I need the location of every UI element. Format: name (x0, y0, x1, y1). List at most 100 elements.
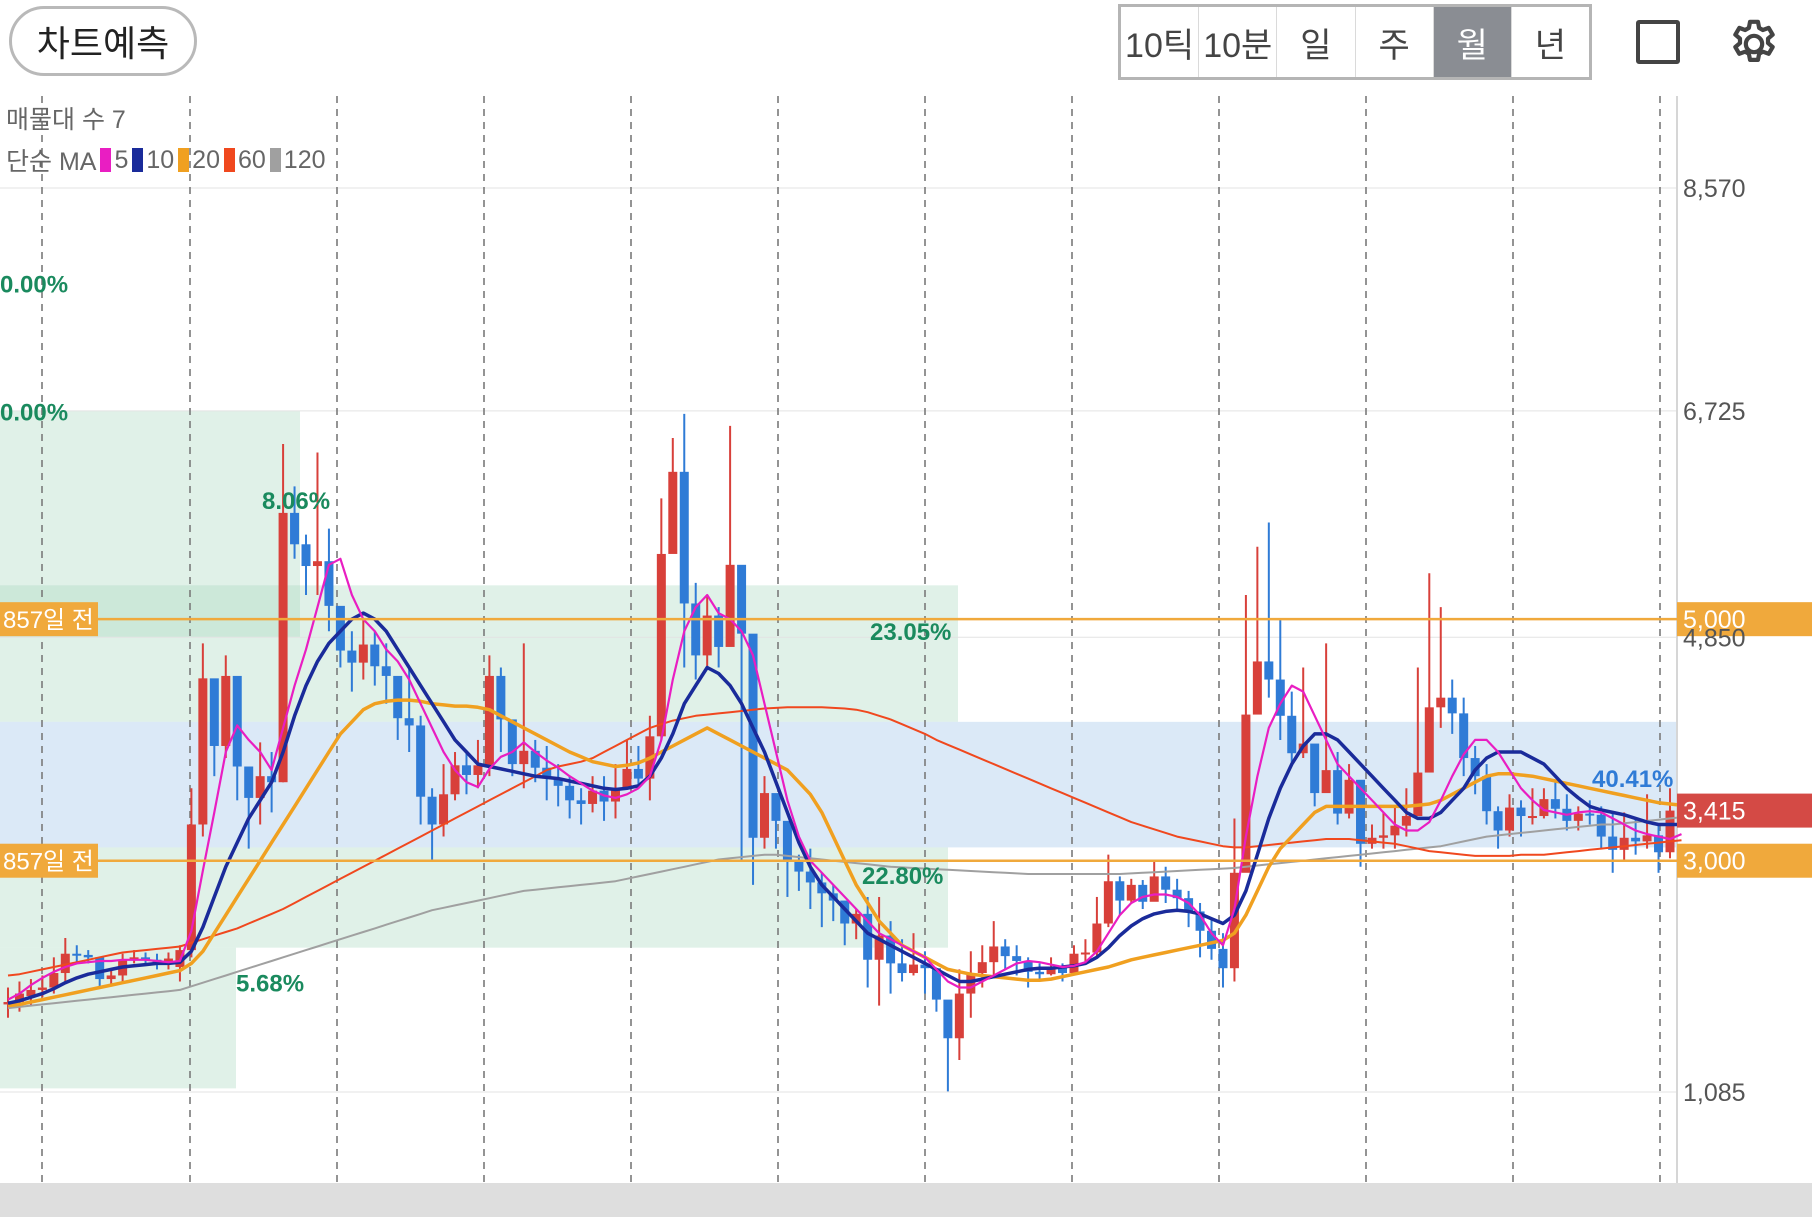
ma-period-10: 10 (146, 145, 175, 174)
candle-body-59 (679, 471, 689, 604)
candle-body-145 (1665, 810, 1675, 853)
legend-volume-profile: 매물대 수 7 (6, 100, 126, 136)
candle-body-45 (519, 750, 529, 765)
candle-body-40 (461, 765, 471, 775)
volume-zone-1 (0, 585, 958, 722)
candle-body-87 (1000, 946, 1010, 957)
price-tick-1: 6,725 (1683, 398, 1746, 426)
candle-body-19 (221, 675, 231, 746)
volume-zone-3 (0, 847, 948, 948)
candle-body-108 (1241, 714, 1251, 873)
ma-period-5: 5 (114, 145, 129, 174)
candle-body-32 (370, 644, 380, 667)
ref-line-label-1: 857일 전 (3, 849, 94, 876)
candle-body-69 (794, 860, 804, 872)
candle-body-33 (381, 666, 391, 676)
top-toolbar: 차트예측 10틱 10분 일 주 월 년 (0, 0, 1812, 96)
candle-body-96 (1103, 881, 1113, 924)
candlestick-chart[interactable]: 857일 전 5,000857일 전 3,0003,4158,5706,7254,8… (0, 96, 1812, 1217)
candle-body-138 (1585, 813, 1595, 816)
candle-body-90 (1035, 971, 1045, 975)
candle-body-9 (106, 975, 116, 980)
candle-body-141 (1619, 837, 1629, 850)
candle-body-37 (427, 796, 437, 825)
candle-body-38 (439, 794, 449, 825)
period-button-3[interactable]: 주 (1356, 7, 1434, 77)
period-button-4[interactable]: 월 (1433, 7, 1512, 77)
candle-body-101 (1161, 876, 1171, 890)
ma-label: 단순 MA (6, 148, 97, 176)
candle-body-57 (656, 553, 666, 737)
period-button-0[interactable]: 10틱 (1121, 7, 1200, 77)
gear-icon[interactable] (1726, 16, 1782, 72)
ma-swatch-60 (223, 148, 235, 172)
candle-body-31 (358, 644, 368, 663)
ma-swatch-5 (100, 148, 112, 172)
legend-ma: 단순 MA 5 10 20 60 120 (6, 142, 326, 178)
price-tick-0: 8,570 (1683, 175, 1746, 203)
candle-body-79 (909, 964, 919, 974)
candle-body-126 (1447, 697, 1457, 714)
price-tick-2: 4,850 (1683, 624, 1746, 652)
volume-profile-label: 매물대 수 7 (6, 106, 126, 134)
period-button-2[interactable]: 일 (1277, 7, 1356, 77)
candle-body-112 (1287, 715, 1297, 754)
period-selector: 10틱 10분 일 주 월 년 (1118, 4, 1592, 80)
candle-body-17 (198, 678, 208, 825)
square-icon[interactable] (1636, 20, 1680, 64)
candle-body-94 (1080, 952, 1090, 955)
candle-body-88 (1012, 956, 1022, 961)
ref-line-label-0: 857일 전 (3, 607, 94, 634)
ma-period-120: 120 (283, 145, 326, 174)
zone-pct-2: 8.06% (262, 488, 330, 515)
zone-pct-3: 23.05% (870, 619, 951, 646)
candle-body-3 (37, 987, 47, 990)
candle-body-25 (290, 512, 300, 545)
candle-body-115 (1321, 770, 1331, 794)
candle-body-35 (404, 718, 414, 726)
zone-pct-5: 22.80% (862, 863, 943, 890)
candle-body-109 (1252, 661, 1262, 715)
candle-body-117 (1344, 779, 1354, 814)
candle-body-122 (1401, 816, 1411, 826)
candle-body-26 (301, 544, 311, 567)
zone-pct-1: 0.00% (0, 399, 68, 426)
candle-body-42 (484, 675, 494, 766)
ma-swatch-20 (178, 148, 190, 172)
zone-pct-0: 0.00% (0, 271, 68, 298)
candle-body-34 (393, 675, 403, 719)
candle-body-6 (72, 953, 82, 956)
candle-body-129 (1482, 776, 1492, 812)
zone-pct-4: 40.41% (1592, 766, 1673, 793)
ma-swatch-120 (269, 148, 281, 172)
candle-body-114 (1310, 743, 1320, 794)
ma-period-20: 20 (192, 145, 220, 174)
candle-body-18 (209, 678, 219, 746)
current-price-tag: 3,415 (1683, 798, 1746, 826)
candle-body-86 (989, 946, 999, 963)
candle-body-44 (507, 719, 517, 765)
period-button-5[interactable]: 년 (1512, 7, 1589, 77)
candle-body-100 (1149, 876, 1159, 902)
candle-body-55 (633, 768, 643, 779)
candle-body-110 (1264, 661, 1274, 680)
candle-body-58 (668, 471, 678, 554)
candle-body-41 (473, 765, 483, 775)
candle-body-53 (610, 789, 620, 802)
candle-body-20 (232, 675, 242, 767)
candle-body-36 (416, 725, 426, 797)
ma-swatch-10 (132, 148, 144, 172)
candle-body-98 (1126, 884, 1136, 901)
candle-body-64 (737, 564, 747, 634)
candle-body-49 (565, 785, 575, 801)
price-tick-3: 1,085 (1683, 1079, 1746, 1107)
candle-body-7 (83, 954, 93, 958)
candle-body-21 (244, 766, 254, 798)
candle-body-142 (1631, 837, 1641, 842)
chart-predict-button[interactable]: 차트예측 (9, 6, 197, 76)
candle-body-120 (1378, 835, 1388, 838)
candle-body-125 (1436, 697, 1446, 708)
candle-body-133 (1527, 816, 1537, 819)
candle-body-66 (759, 793, 769, 838)
period-button-1[interactable]: 10분 (1199, 7, 1278, 77)
